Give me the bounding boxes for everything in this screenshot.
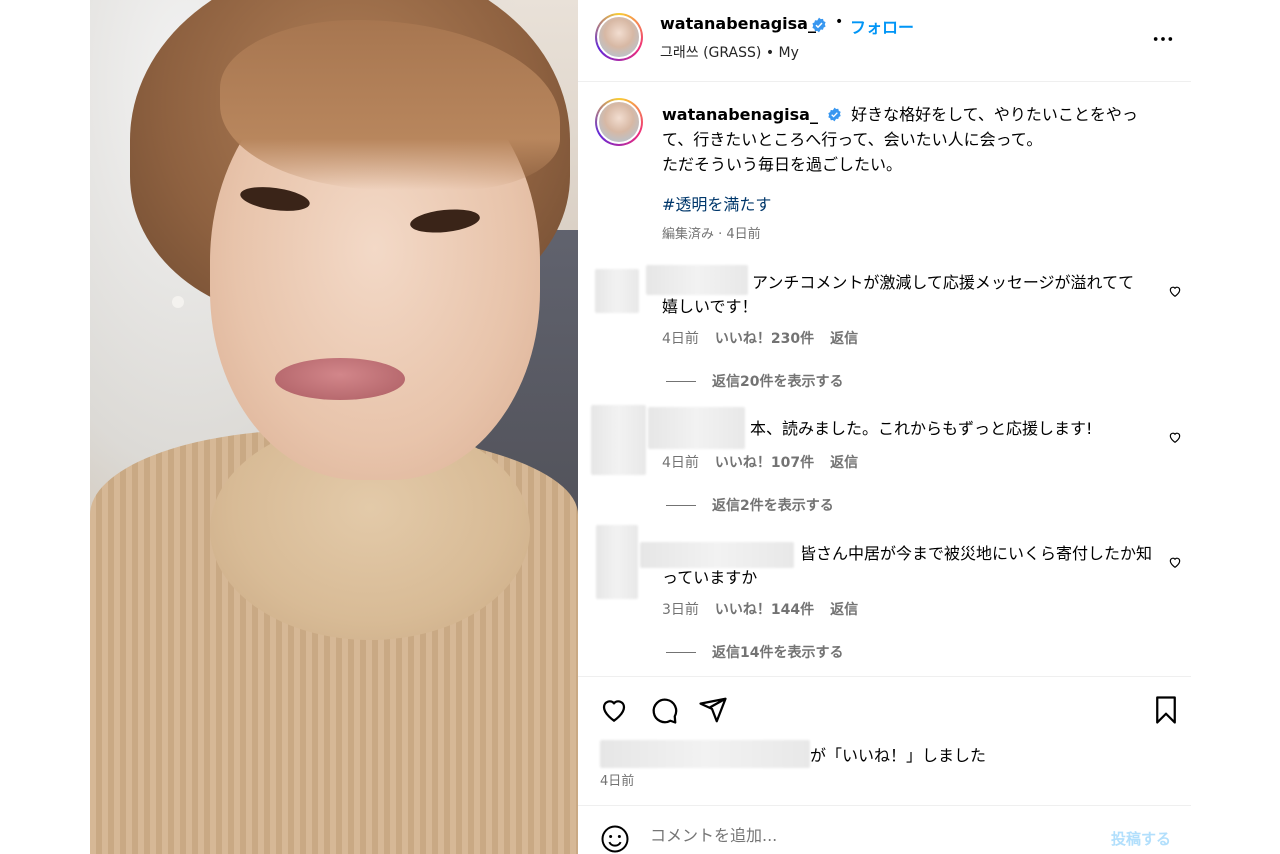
caption-body-line2: ただそういう毎日を過ごしたい。 [662, 155, 903, 174]
more-options-icon[interactable] [1152, 28, 1174, 50]
view-replies-label: 返信2件を表示する [712, 498, 834, 514]
comment-time: 4日前 [662, 455, 699, 471]
follow-button[interactable]: フォロー [850, 14, 914, 38]
view-replies-line [666, 651, 696, 653]
comment-reply-button[interactable]: 返信 [830, 452, 858, 472]
heart-icon[interactable] [599, 695, 629, 725]
bookmark-icon[interactable] [1151, 695, 1181, 725]
comment-likes[interactable]: いいね！230件 [715, 328, 814, 348]
caption-hashtag[interactable]: #透明を満たす [662, 191, 771, 215]
audio-subtitle[interactable]: 그래쓰 (GRASS) • My [660, 42, 799, 62]
comment-meta: 3日前 いいね！144件 返信 [662, 599, 858, 619]
comment-time: 4日前 [662, 331, 699, 347]
comment-avatar-blurred [591, 405, 646, 475]
post-media-video[interactable] [90, 0, 578, 854]
comment-likes[interactable]: いいね！144件 [715, 599, 814, 619]
comment-meta: 4日前 いいね！107件 返信 [662, 452, 858, 472]
share-icon[interactable] [698, 695, 728, 725]
comment-time: 3日前 [662, 602, 699, 618]
verified-badge-icon [828, 107, 841, 122]
caption-text: watanabenagisa_ 好きな格好をして、やりたいことをやって、行きたい… [662, 102, 1142, 177]
header-separator: • [835, 14, 844, 30]
view-replies-line [666, 380, 696, 382]
view-replies-button[interactable]: 返信20件を表示する [666, 371, 843, 391]
heart-icon[interactable] [1168, 284, 1182, 298]
comment-avatar-blurred [595, 269, 639, 313]
comment-reply-button[interactable]: 返信 [830, 328, 858, 348]
comment-avatar-blurred [596, 525, 638, 599]
author-username[interactable]: watanabenagisa_ [660, 14, 816, 33]
verified-badge-icon [812, 17, 826, 33]
comment-text: アンチコメントが激減して応援メッセージが溢れてて嬉しいです！ [662, 273, 1135, 316]
author-avatar[interactable] [595, 13, 643, 61]
caption-avatar-image [597, 100, 641, 144]
comment-meta: 4日前 いいね！230件 返信 [662, 328, 858, 348]
heart-icon[interactable] [1168, 430, 1182, 444]
caption-avatar[interactable] [595, 98, 643, 146]
media-earring [172, 296, 184, 308]
post-timestamp: 4日前 [600, 774, 635, 789]
post-comment-button[interactable]: 投稿する [1111, 828, 1171, 849]
view-replies-button[interactable]: 返信14件を表示する [666, 642, 843, 662]
caption-meta: 編集済み · 4日前 [662, 227, 761, 242]
view-replies-label: 返信14件を表示する [712, 645, 844, 661]
view-replies-line [666, 504, 696, 506]
heart-icon[interactable] [1168, 555, 1182, 569]
view-replies-label: 返信20件を表示する [712, 374, 844, 390]
comment-reply-button[interactable]: 返信 [830, 599, 858, 619]
view-replies-button[interactable]: 返信2件を表示する [666, 495, 834, 515]
post-header: watanabenagisa_ • フォロー 그래쓰 (GRASS) • My [578, 0, 1191, 82]
comment-text: 皆さん中居が今まで被災地にいくら寄付したか知っていますか [662, 544, 1153, 587]
liked-by-text[interactable]: が「いいね！」しました [810, 742, 986, 766]
liked-by-username-blurred [600, 740, 810, 768]
post-panel: watanabenagisa_ • フォロー 그래쓰 (GRASS) • My … [578, 0, 1191, 854]
media-lips [275, 358, 405, 400]
caption-username[interactable]: watanabenagisa_ [662, 105, 818, 124]
comment-text: 本、読みました。これからもずっと応援します! [750, 419, 1093, 438]
emoji-icon[interactable] [600, 824, 630, 854]
comment-composer: 投稿する [578, 805, 1191, 854]
comment-username-blurred [648, 407, 745, 449]
comment-input[interactable] [650, 826, 1050, 845]
comment-icon[interactable] [649, 695, 679, 725]
author-avatar-image [597, 15, 641, 59]
comment-likes[interactable]: いいね！107件 [715, 452, 814, 472]
